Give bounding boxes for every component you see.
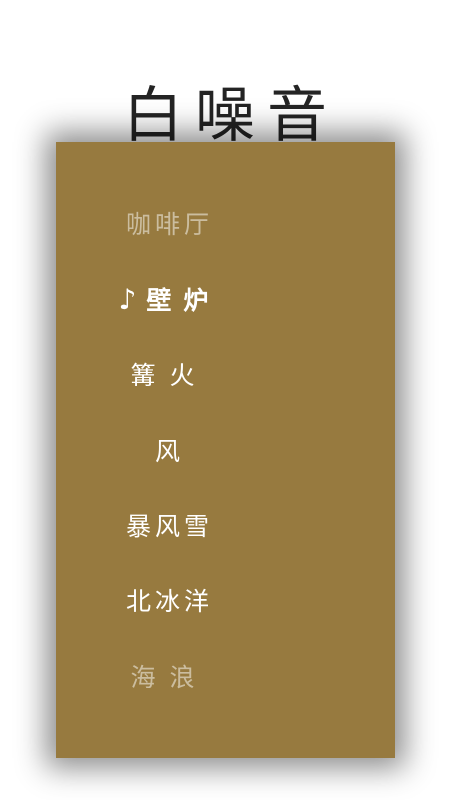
- sound-item-label: 壁炉: [146, 286, 221, 315]
- sound-item-ocean-waves[interactable]: 海浪: [0, 658, 339, 698]
- sound-item-fireplace[interactable]: ♪ 壁炉: [0, 280, 339, 320]
- sound-item-campfire[interactable]: 篝火: [0, 356, 339, 396]
- sound-item-label: 海浪: [130, 663, 209, 692]
- sound-item-arctic-ocean[interactable]: 北冰洋: [0, 582, 339, 622]
- sound-item-blizzard[interactable]: 暴风雪: [0, 507, 339, 547]
- sound-item-label: 咖啡厅: [125, 210, 213, 239]
- sound-item-wind[interactable]: 风: [0, 432, 339, 472]
- sound-item-label: 篝火: [130, 361, 209, 390]
- sound-item-cafe[interactable]: 咖啡厅: [0, 205, 339, 245]
- sound-item-label: 北冰洋: [125, 587, 213, 616]
- sound-item-label: 暴风雪: [125, 512, 213, 541]
- sound-item-label: 风: [154, 437, 184, 466]
- music-note-icon: ♪: [118, 283, 137, 316]
